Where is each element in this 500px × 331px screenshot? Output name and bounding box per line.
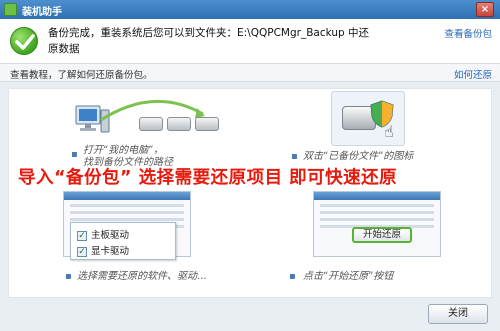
driver-row-graphics[interactable]: ✓ 显卡驱动 <box>77 243 129 257</box>
disk-icon <box>167 117 191 131</box>
driver-label: 显卡驱动 <box>91 246 130 257</box>
tutorial-banner: 导入“备份包” 选择需要还原项目 即可快速还原 <box>18 168 398 188</box>
tutorial-panel: ▪ 打开“我的电脑”， 找到备份文件的路径 ☝ ▪ 双击“已备份文件”的图标 ▪… <box>8 88 492 298</box>
bullet-icon: ▪ <box>65 271 72 282</box>
step3-text: 选择需要还原的软件、驱动... <box>77 271 207 282</box>
result-header: 备份完成，重装系统后您可以到文件夹：E:\QQPCMgr_Backup 中还原数… <box>0 19 500 64</box>
restore-window-preview <box>313 191 441 257</box>
bullet-icon: ▪ <box>289 271 296 282</box>
backup-file-icon: ☝ <box>331 91 405 146</box>
dialog-footer: 关闭 <box>0 298 500 331</box>
driver-row-mainboard[interactable]: ✓ 主板驱动 <box>77 227 129 241</box>
backup-complete-message: 备份完成，重装系统后您可以到文件夹：E:\QQPCMgr_Backup 中还原数… <box>48 27 370 55</box>
bullet-icon: ▪ <box>71 149 78 160</box>
view-backup-link[interactable]: 查看备份包 <box>444 26 492 40</box>
bullet-icon: ▪ <box>291 151 298 162</box>
driver-label: 主板驱动 <box>91 230 130 241</box>
hand-cursor-icon: ☝ <box>384 122 394 141</box>
step1-line1: 打开“我的电脑”， <box>83 145 164 156</box>
checkbox-checked-icon[interactable]: ✓ <box>77 246 87 257</box>
close-button[interactable]: 关闭 <box>428 304 488 324</box>
how-to-restore-link[interactable]: 如何还原 <box>454 67 492 81</box>
title-bar: 装机助手 × <box>0 0 500 19</box>
step2-text: 双击“已备份文件”的图标 <box>303 151 414 162</box>
success-check-icon <box>10 27 38 55</box>
start-restore-button-illustration: 开始还原 <box>352 227 412 243</box>
disk-icon <box>195 117 219 131</box>
driver-checklist: ✓ 主板驱动 ✓ 显卡驱动 <box>70 222 176 260</box>
disk-icon <box>139 117 163 131</box>
window-title: 装机助手 <box>22 7 62 18</box>
tutorial-hint-text: 查看教程，了解如何还原备份包。 <box>10 70 153 81</box>
tutorial-infobar: 查看教程，了解如何还原备份包。 如何还原 <box>0 64 500 82</box>
step4-text: 点击“开始还原”按钮 <box>303 271 394 282</box>
app-icon <box>4 3 17 16</box>
window-close-button[interactable]: × <box>476 2 494 17</box>
checkbox-checked-icon[interactable]: ✓ <box>77 230 87 241</box>
